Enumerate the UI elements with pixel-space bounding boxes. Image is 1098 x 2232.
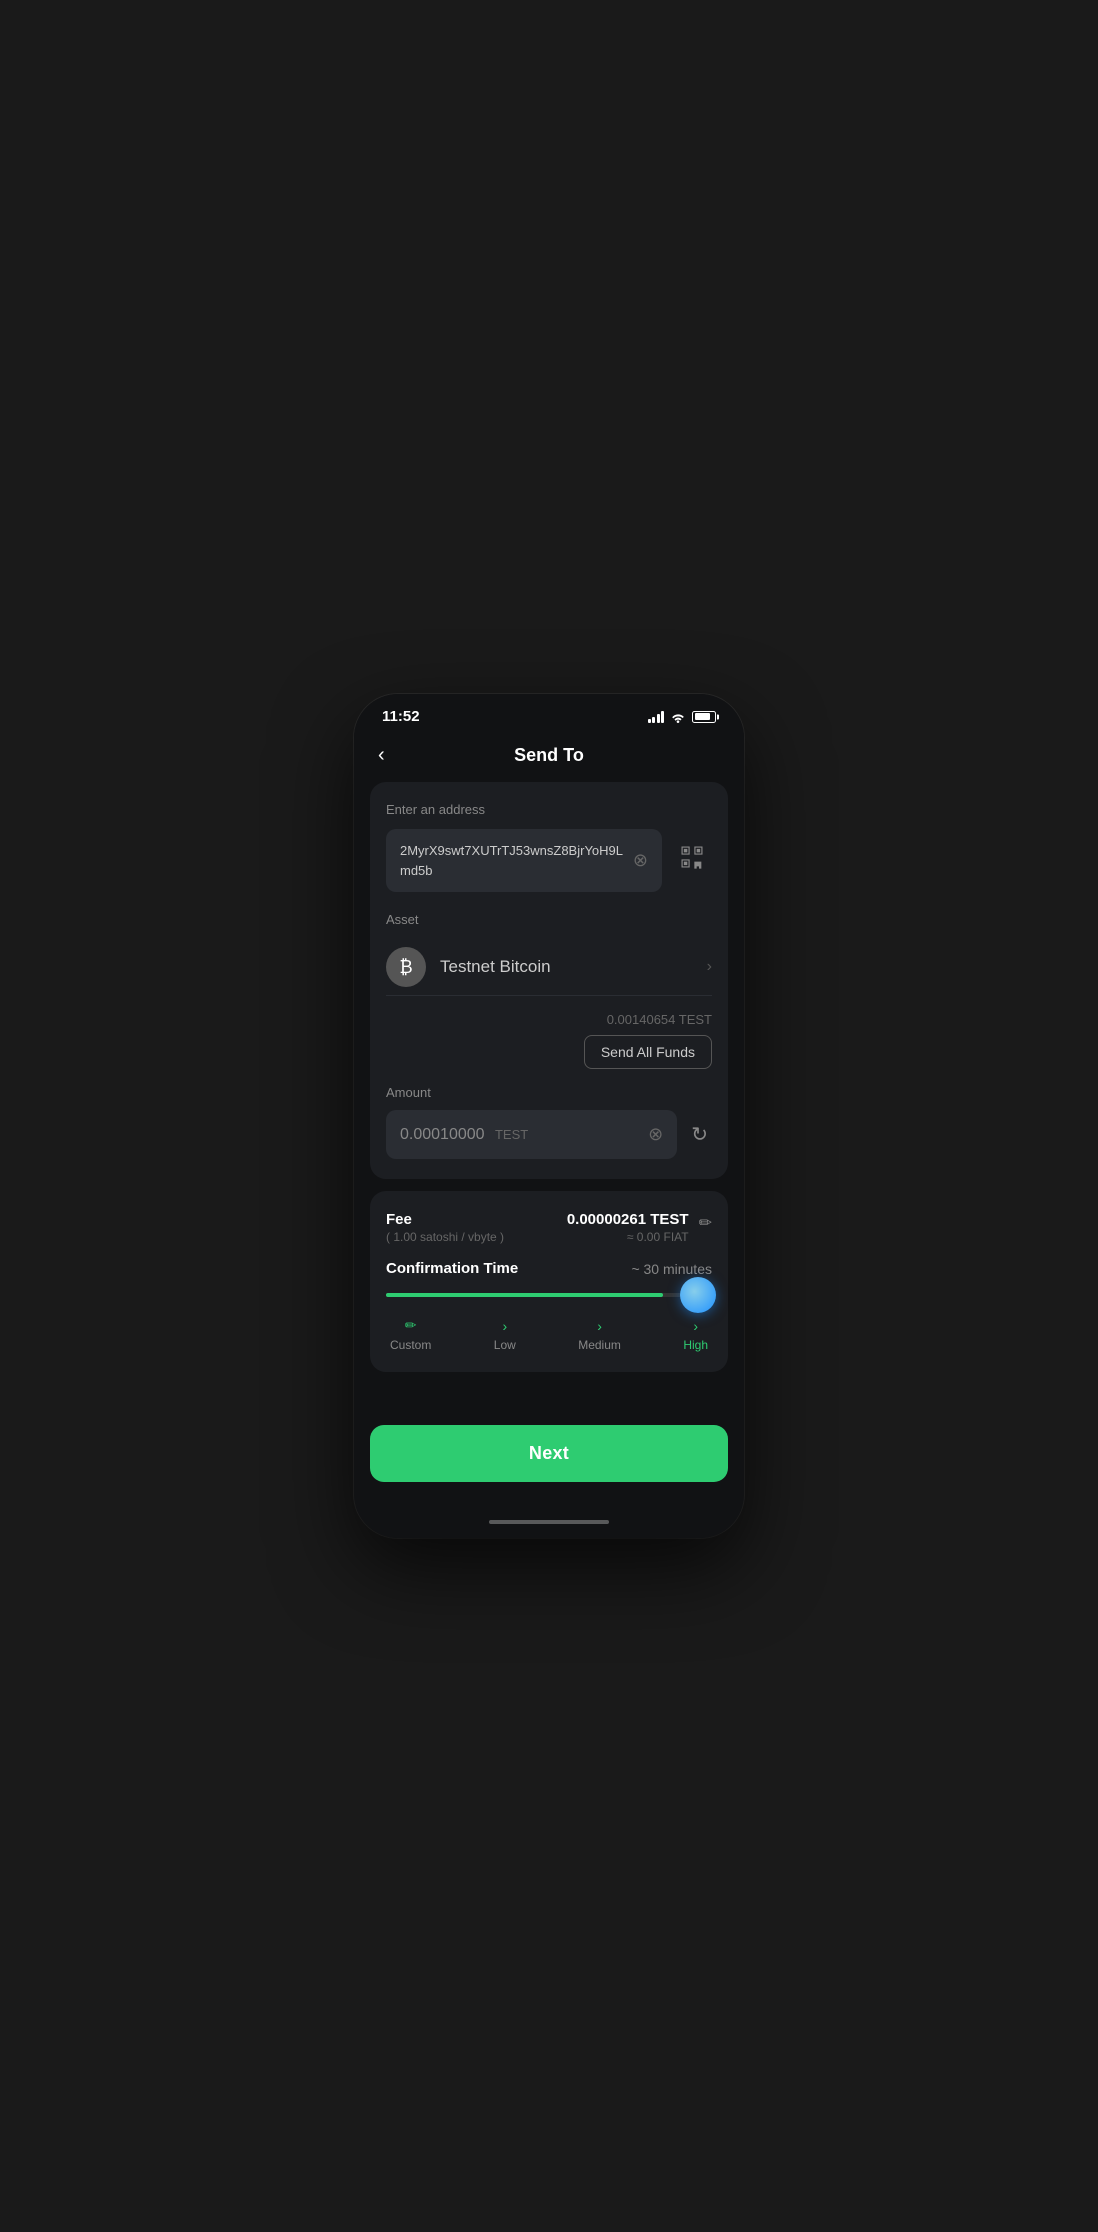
phone-shell: 11:52 ‹ Send To Enter an address — [354, 694, 744, 1538]
status-time: 11:52 — [382, 708, 420, 725]
chevron-right-icon: › — [707, 958, 712, 976]
send-all-button[interactable]: Send All Funds — [584, 1035, 712, 1069]
fee-label: Fee — [386, 1211, 567, 1228]
speed-custom[interactable]: ✏ Custom — [390, 1317, 431, 1352]
amount-section: Amount 0.00010000 TEST ⊗ ↻ — [386, 1085, 712, 1159]
speed-high[interactable]: › High — [683, 1318, 708, 1352]
header: ‹ Send To — [354, 733, 744, 782]
high-label: High — [683, 1338, 708, 1352]
battery-icon — [692, 711, 716, 723]
speed-low[interactable]: › Low — [494, 1318, 516, 1352]
address-card: Enter an address 2MyrX9swt7XUTrTJ53wnsZ8… — [370, 782, 728, 1179]
home-indicator — [354, 1506, 744, 1538]
bottom-area: Next — [354, 1409, 744, 1506]
high-icon: › — [693, 1318, 698, 1334]
address-input[interactable]: 2MyrX9swt7XUTrTJ53wnsZ8BjrYoH9Lmd5b ⊗ — [386, 829, 662, 892]
fee-slider-thumb[interactable] — [680, 1277, 716, 1313]
asset-name: Testnet Bitcoin — [440, 957, 707, 977]
wifi-icon — [670, 711, 686, 723]
speed-medium[interactable]: › Medium — [578, 1318, 621, 1352]
medium-label: Medium — [578, 1338, 621, 1352]
fee-fiat: ≈ 0.00 FIAT — [567, 1230, 689, 1244]
fee-sublabel: ( 1.00 satoshi / vbyte ) — [386, 1230, 567, 1244]
fee-slider-fill — [386, 1293, 663, 1297]
balance-area: 0.00140654 TEST Send All Funds — [386, 1012, 712, 1069]
clear-amount-button[interactable]: ⊗ — [648, 1124, 663, 1145]
main-content: Enter an address 2MyrX9swt7XUTrTJ53wnsZ8… — [354, 782, 744, 1409]
swap-currency-button[interactable]: ↻ — [687, 1118, 712, 1151]
speed-options: ✏ Custom › Low › Medium › High — [386, 1317, 712, 1352]
confirmation-label: Confirmation Time — [386, 1260, 518, 1277]
edit-fee-button[interactable]: ✏ — [699, 1213, 712, 1233]
qr-scan-button[interactable] — [672, 837, 712, 884]
amount-unit: TEST — [495, 1127, 528, 1142]
fee-slider-container — [386, 1293, 712, 1297]
fee-value-group: 0.00000261 TEST ≈ 0.00 FIAT ✏ — [567, 1211, 712, 1244]
home-bar — [489, 1520, 609, 1524]
asset-label: Asset — [386, 912, 712, 927]
low-label: Low — [494, 1338, 516, 1352]
next-button[interactable]: Next — [370, 1425, 728, 1482]
back-button[interactable]: ‹ — [374, 740, 389, 771]
fee-card: Fee ( 1.00 satoshi / vbyte ) 0.00000261 … — [370, 1191, 728, 1372]
amount-value: 0.00010000 — [400, 1126, 485, 1143]
custom-label: Custom — [390, 1338, 431, 1352]
fee-row: Fee ( 1.00 satoshi / vbyte ) 0.00000261 … — [386, 1211, 712, 1244]
page-title: Send To — [514, 745, 584, 766]
address-label: Enter an address — [386, 802, 712, 817]
custom-icon: ✏ — [405, 1317, 417, 1334]
confirmation-value: ~ 30 minutes — [631, 1261, 712, 1277]
amount-label: Amount — [386, 1085, 712, 1100]
clear-address-button[interactable]: ⊗ — [633, 850, 648, 871]
fee-label-group: Fee ( 1.00 satoshi / vbyte ) — [386, 1211, 567, 1244]
fee-amount: 0.00000261 TEST — [567, 1211, 689, 1228]
status-bar: 11:52 — [354, 694, 744, 733]
low-icon: › — [502, 1318, 507, 1334]
amount-input[interactable]: 0.00010000 TEST ⊗ — [386, 1110, 677, 1159]
medium-icon: › — [597, 1318, 602, 1334]
fee-slider-track[interactable] — [386, 1293, 712, 1297]
amount-row: 0.00010000 TEST ⊗ ↻ — [386, 1110, 712, 1159]
asset-icon: ₿ — [386, 947, 426, 987]
balance-amount: 0.00140654 TEST — [386, 1012, 712, 1027]
status-icons — [648, 711, 717, 723]
address-row: 2MyrX9swt7XUTrTJ53wnsZ8BjrYoH9Lmd5b ⊗ — [386, 829, 712, 892]
address-value: 2MyrX9swt7XUTrTJ53wnsZ8BjrYoH9Lmd5b — [400, 841, 625, 880]
signal-icon — [648, 711, 665, 723]
confirmation-row: Confirmation Time ~ 30 minutes — [386, 1260, 712, 1277]
asset-selector[interactable]: ₿ Testnet Bitcoin › — [386, 939, 712, 996]
